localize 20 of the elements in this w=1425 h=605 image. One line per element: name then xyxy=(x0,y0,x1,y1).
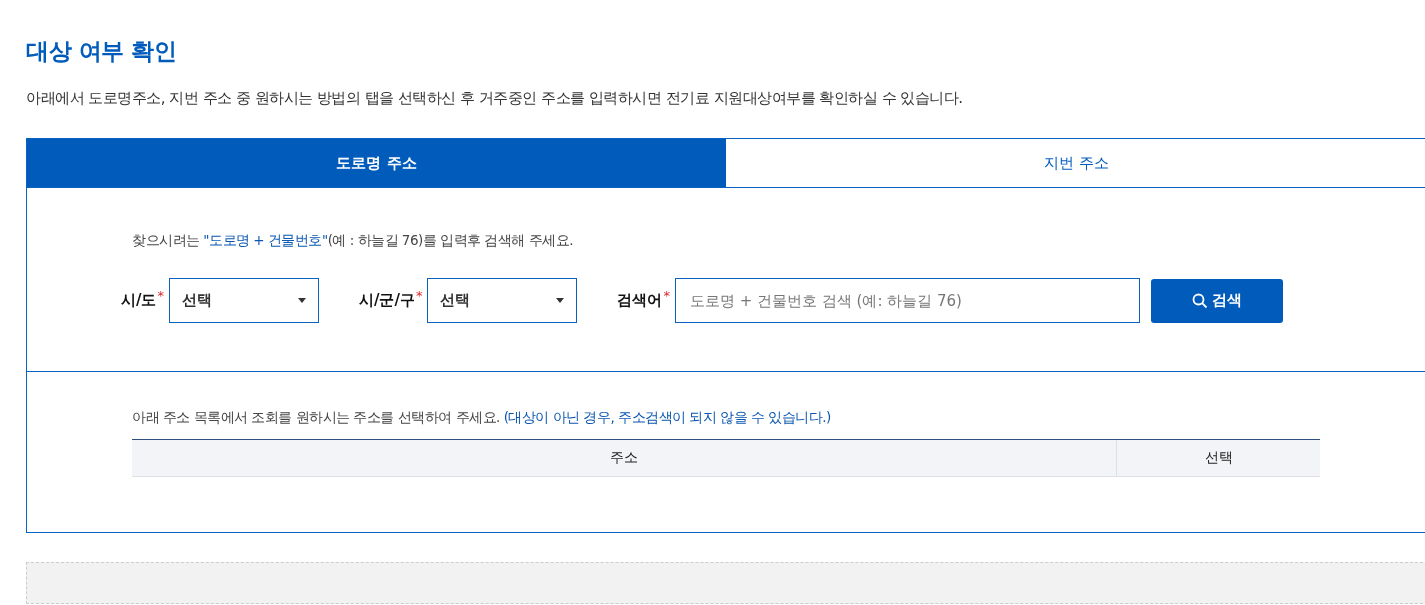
region-select[interactable]: 선택 xyxy=(169,278,319,323)
address-tab[interactable]: 도로명 주소 xyxy=(27,139,726,187)
description-text: 아래에서 도로명주소, 지번 주소 중 원하시는 방법의 탭을 선택하신 후 거주중인 주소를 입력하시면 전기료 지원대상여부를 확인하실 수 있습니다. xyxy=(26,89,964,108)
required-mark: * xyxy=(157,288,164,303)
field-label: 검색어 xyxy=(617,291,663,310)
required-mark: * xyxy=(415,288,423,303)
caret-icon xyxy=(298,298,306,303)
search-icon xyxy=(1191,292,1208,309)
caret-icon xyxy=(556,298,565,303)
table-header-cell: 선택 xyxy=(1117,440,1320,477)
search-field[interactable]: 도로명 + 건물번호 검색 (예: 하늘길 76) xyxy=(674,278,1140,323)
table-header-cell: 주소 xyxy=(132,440,1117,477)
field-label: 시/군/구 xyxy=(359,291,415,310)
required-mark: * xyxy=(663,288,670,303)
search-hint-text: 찾으시려는 "도로명 + 건물번호"(예 : 하늘길 76)를 입력후 검색해 주세요. xyxy=(132,232,574,250)
field-label: 시/도 xyxy=(121,291,157,310)
page-title: 대상 여부 확인 xyxy=(26,37,177,66)
region-select[interactable]: 선택 xyxy=(427,278,578,323)
result-note-text: 아래 주소 목록에서 조회를 원하시는 주소를 선택하여 주세요. (대상이 아닌 경우, 주소검색이 되지 않을 수 있습니다.) xyxy=(132,409,832,427)
search-button[interactable]: 검색 xyxy=(1150,278,1283,323)
